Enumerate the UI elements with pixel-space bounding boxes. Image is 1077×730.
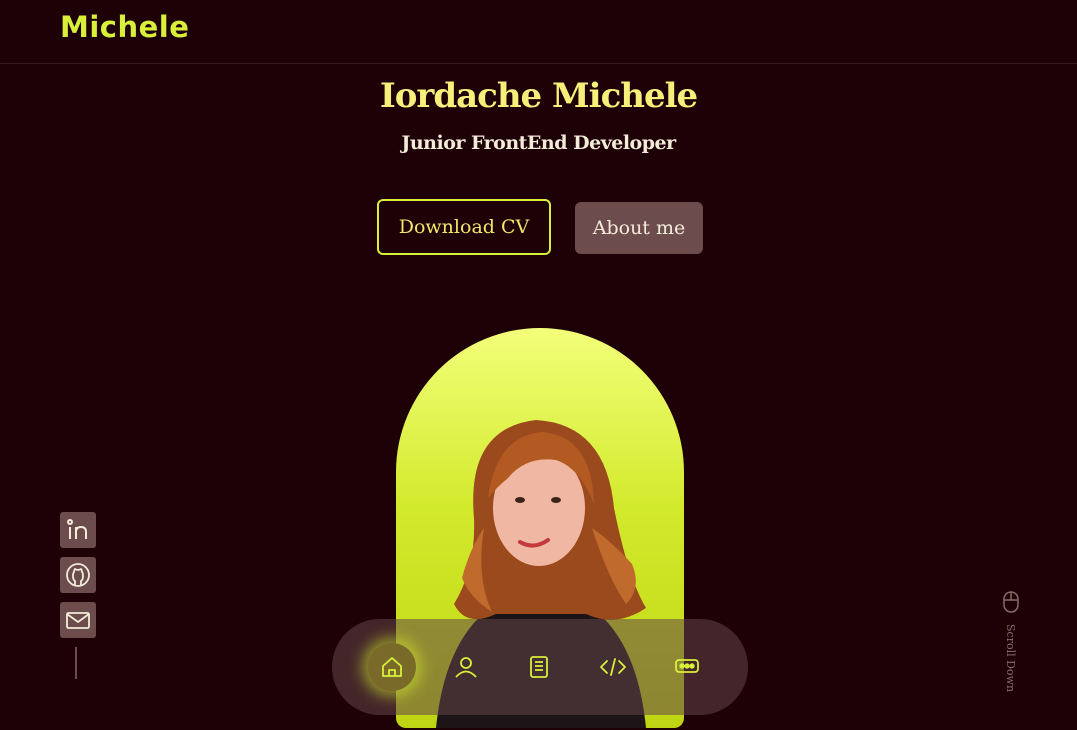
email-link[interactable] — [60, 602, 96, 638]
nav-about[interactable] — [442, 643, 490, 691]
home-icon — [382, 657, 402, 677]
user-icon — [455, 657, 477, 678]
mail-icon — [66, 612, 90, 629]
nav-portfolio[interactable] — [589, 643, 637, 691]
bottom-navbar — [332, 619, 748, 715]
github-icon — [66, 563, 90, 587]
download-cv-button[interactable]: Download CV — [377, 199, 551, 255]
chat-icon — [675, 659, 699, 673]
about-me-button[interactable]: About me — [575, 202, 703, 254]
code-icon — [600, 658, 626, 676]
logo-text[interactable]: Michele — [60, 10, 189, 44]
nav-resume[interactable] — [515, 643, 563, 691]
linkedin-link[interactable] — [60, 512, 96, 548]
top-header: Michele — [0, 0, 1077, 64]
social-links — [60, 512, 96, 647]
book-icon — [530, 656, 548, 678]
social-divider — [75, 647, 77, 679]
hero-name: Iordache Michele — [379, 76, 698, 116]
github-link[interactable] — [60, 557, 96, 593]
linkedin-icon — [67, 519, 87, 539]
hero-role: Junior FrontEnd Developer — [401, 132, 676, 154]
nav-contact[interactable] — [663, 643, 711, 691]
mouse-icon[interactable] — [1002, 590, 1020, 614]
scroll-down-label[interactable]: Scroll Down — [1004, 624, 1017, 692]
nav-home[interactable] — [368, 643, 416, 691]
